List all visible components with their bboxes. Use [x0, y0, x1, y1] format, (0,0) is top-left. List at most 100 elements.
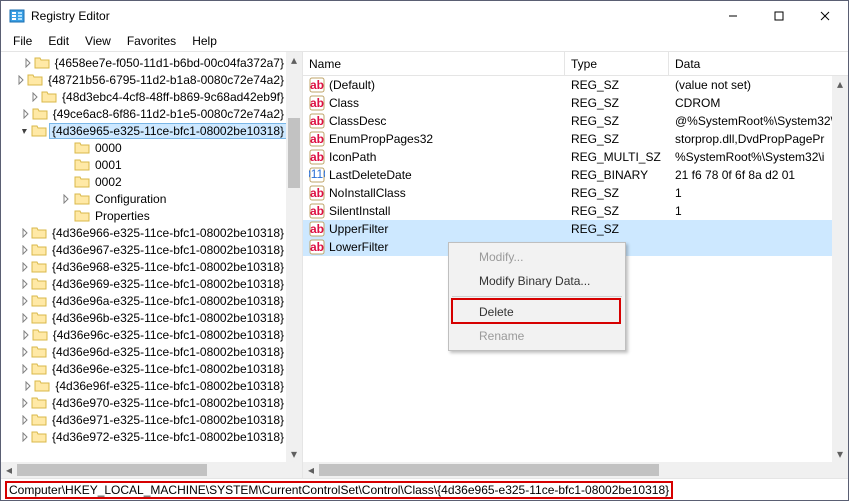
- tree-item[interactable]: {4d36e970-e325-11ce-bfc1-08002be10318}: [1, 394, 286, 411]
- tree-item[interactable]: {48d3ebc4-4cf8-48ff-b869-9c68ad42eb9f}: [1, 88, 286, 105]
- svg-text:ab: ab: [310, 114, 324, 128]
- twisty-icon[interactable]: [20, 362, 30, 376]
- tree-item-label: {4d36e970-e325-11ce-bfc1-08002be10318}: [50, 396, 286, 410]
- menu-help[interactable]: Help: [184, 32, 225, 50]
- scroll-left-icon[interactable]: ◂: [1, 462, 17, 478]
- twisty-icon[interactable]: [20, 396, 30, 410]
- twisty-icon[interactable]: [30, 90, 40, 104]
- twisty-icon[interactable]: [20, 311, 30, 325]
- value-type: REG_SZ: [565, 222, 669, 236]
- tree-item[interactable]: {4d36e96d-e325-11ce-bfc1-08002be10318}: [1, 343, 286, 360]
- twisty-icon[interactable]: [21, 328, 31, 342]
- scroll-down-icon[interactable]: ▾: [286, 446, 302, 462]
- value-row[interactable]: abUpperFilterREG_SZ: [303, 220, 832, 238]
- twisty-icon[interactable]: [59, 175, 73, 189]
- tree-item[interactable]: Properties: [1, 207, 286, 224]
- tree-item[interactable]: {4d36e96e-e325-11ce-bfc1-08002be10318}: [1, 360, 286, 377]
- registry-editor-window: Registry Editor File Edit View Favorites…: [0, 0, 849, 501]
- twisty-icon[interactable]: [23, 56, 33, 70]
- scroll-left-icon[interactable]: ◂: [303, 462, 319, 478]
- tree-item[interactable]: {4658ee7e-f050-11d1-b6bd-00c04fa372a7}: [1, 54, 286, 71]
- twisty-icon[interactable]: [20, 260, 30, 274]
- tree-hscroll[interactable]: ◂ ▸: [1, 462, 302, 478]
- tree-item[interactable]: {4d36e968-e325-11ce-bfc1-08002be10318}: [1, 258, 286, 275]
- tree-item-label: {4d36e96b-e325-11ce-bfc1-08002be10318}: [50, 311, 286, 325]
- twisty-icon[interactable]: [59, 209, 73, 223]
- twisty-icon[interactable]: [20, 294, 30, 308]
- tree-item[interactable]: Configuration: [1, 190, 286, 207]
- scroll-up-icon[interactable]: ▴: [832, 76, 848, 92]
- titlebar[interactable]: Registry Editor: [1, 1, 848, 31]
- twisty-icon[interactable]: [20, 430, 30, 444]
- value-row[interactable]: abClassREG_SZCDROM: [303, 94, 832, 112]
- registry-tree[interactable]: {4658ee7e-f050-11d1-b6bd-00c04fa372a7} {4…: [1, 52, 286, 447]
- value-row[interactable]: abSilentInstallREG_SZ1: [303, 202, 832, 220]
- tree-item-label: {4d36e967-e325-11ce-bfc1-08002be10318}: [50, 243, 286, 257]
- tree-item[interactable]: {4d36e966-e325-11ce-bfc1-08002be10318}: [1, 224, 286, 241]
- statusbar: Computer\HKEY_LOCAL_MACHINE\SYSTEM\Curre…: [1, 478, 848, 500]
- tree-item[interactable]: {4d36e96c-e325-11ce-bfc1-08002be10318}: [1, 326, 286, 343]
- value-row[interactable]: ab(Default)REG_SZ(value not set): [303, 76, 832, 94]
- tree-item[interactable]: {48721b56-6795-11d2-b1a8-0080c72e74a2}: [1, 71, 286, 88]
- col-data[interactable]: Data: [669, 52, 848, 75]
- tree-item[interactable]: {4d36e969-e325-11ce-bfc1-08002be10318}: [1, 275, 286, 292]
- twisty-icon[interactable]: [23, 379, 33, 393]
- ctx-modify-binary[interactable]: Modify Binary Data...: [451, 269, 623, 293]
- close-button[interactable]: [802, 1, 848, 31]
- value-row[interactable]: abClassDescREG_SZ@%SystemRoot%\System32\…: [303, 112, 832, 130]
- value-row[interactable]: abNoInstallClassREG_SZ1: [303, 184, 832, 202]
- value-type: REG_SZ: [565, 132, 669, 146]
- string-value-icon: ab: [309, 77, 325, 93]
- tree-item[interactable]: {4d36e96b-e325-11ce-bfc1-08002be10318}: [1, 309, 286, 326]
- col-type[interactable]: Type: [565, 52, 669, 75]
- value-row[interactable]: abEnumPropPages32REG_SZstorprop.dll,DvdP…: [303, 130, 832, 148]
- scroll-up-icon[interactable]: ▴: [286, 52, 302, 68]
- string-value-icon: ab: [309, 203, 325, 219]
- folder-icon: [31, 344, 47, 360]
- svg-text:0110: 0110: [309, 167, 325, 181]
- twisty-icon[interactable]: [59, 192, 73, 206]
- col-name[interactable]: Name: [303, 52, 565, 75]
- list-vscroll[interactable]: ▴ ▾: [832, 76, 848, 462]
- ctx-rename[interactable]: Rename: [451, 324, 623, 348]
- twisty-icon[interactable]: [59, 141, 73, 155]
- ctx-modify[interactable]: Modify...: [451, 245, 623, 269]
- menu-file[interactable]: File: [5, 32, 40, 50]
- scroll-down-icon[interactable]: ▾: [832, 446, 848, 462]
- tree-item[interactable]: 0001: [1, 156, 286, 173]
- tree-item[interactable]: {4d36e965-e325-11ce-bfc1-08002be10318}: [1, 122, 286, 139]
- value-row[interactable]: 0110LastDeleteDateREG_BINARY21 f6 78 0f …: [303, 166, 832, 184]
- twisty-icon[interactable]: [59, 158, 73, 172]
- tree-item[interactable]: 0002: [1, 173, 286, 190]
- folder-icon: [31, 293, 47, 309]
- twisty-icon[interactable]: [21, 107, 31, 121]
- value-data: storprop.dll,DvdPropPagePr: [669, 132, 832, 146]
- value-row[interactable]: abIconPathREG_MULTI_SZ%SystemRoot%\Syste…: [303, 148, 832, 166]
- menu-edit[interactable]: Edit: [40, 32, 77, 50]
- tree-item[interactable]: {49ce6ac8-6f86-11d2-b1e5-0080c72e74a2}: [1, 105, 286, 122]
- tree-item[interactable]: {4d36e971-e325-11ce-bfc1-08002be10318}: [1, 411, 286, 428]
- string-value-icon: ab: [309, 113, 325, 129]
- tree-item[interactable]: 0000: [1, 139, 286, 156]
- twisty-icon[interactable]: [20, 345, 30, 359]
- tree-vscroll[interactable]: ▴ ▾: [286, 52, 302, 462]
- value-name: EnumPropPages32: [329, 132, 433, 146]
- twisty-icon[interactable]: [16, 73, 26, 87]
- list-hscroll[interactable]: ◂ ▸: [303, 462, 848, 478]
- status-path: Computer\HKEY_LOCAL_MACHINE\SYSTEM\Curre…: [5, 481, 673, 499]
- tree-item[interactable]: {4d36e967-e325-11ce-bfc1-08002be10318}: [1, 241, 286, 258]
- twisty-icon[interactable]: [20, 124, 30, 138]
- tree-item[interactable]: {4d36e96f-e325-11ce-bfc1-08002be10318}: [1, 377, 286, 394]
- twisty-icon[interactable]: [20, 277, 30, 291]
- menu-favorites[interactable]: Favorites: [119, 32, 184, 50]
- tree-item-label: {48721b56-6795-11d2-b1a8-0080c72e74a2}: [46, 73, 286, 87]
- twisty-icon[interactable]: [20, 243, 30, 257]
- twisty-icon[interactable]: [20, 226, 30, 240]
- maximize-button[interactable]: [756, 1, 802, 31]
- tree-item[interactable]: {4d36e96a-e325-11ce-bfc1-08002be10318}: [1, 292, 286, 309]
- tree-item[interactable]: {4d36e972-e325-11ce-bfc1-08002be10318}: [1, 428, 286, 445]
- twisty-icon[interactable]: [20, 413, 30, 427]
- folder-icon: [31, 361, 47, 377]
- minimize-button[interactable]: [710, 1, 756, 31]
- menu-view[interactable]: View: [77, 32, 119, 50]
